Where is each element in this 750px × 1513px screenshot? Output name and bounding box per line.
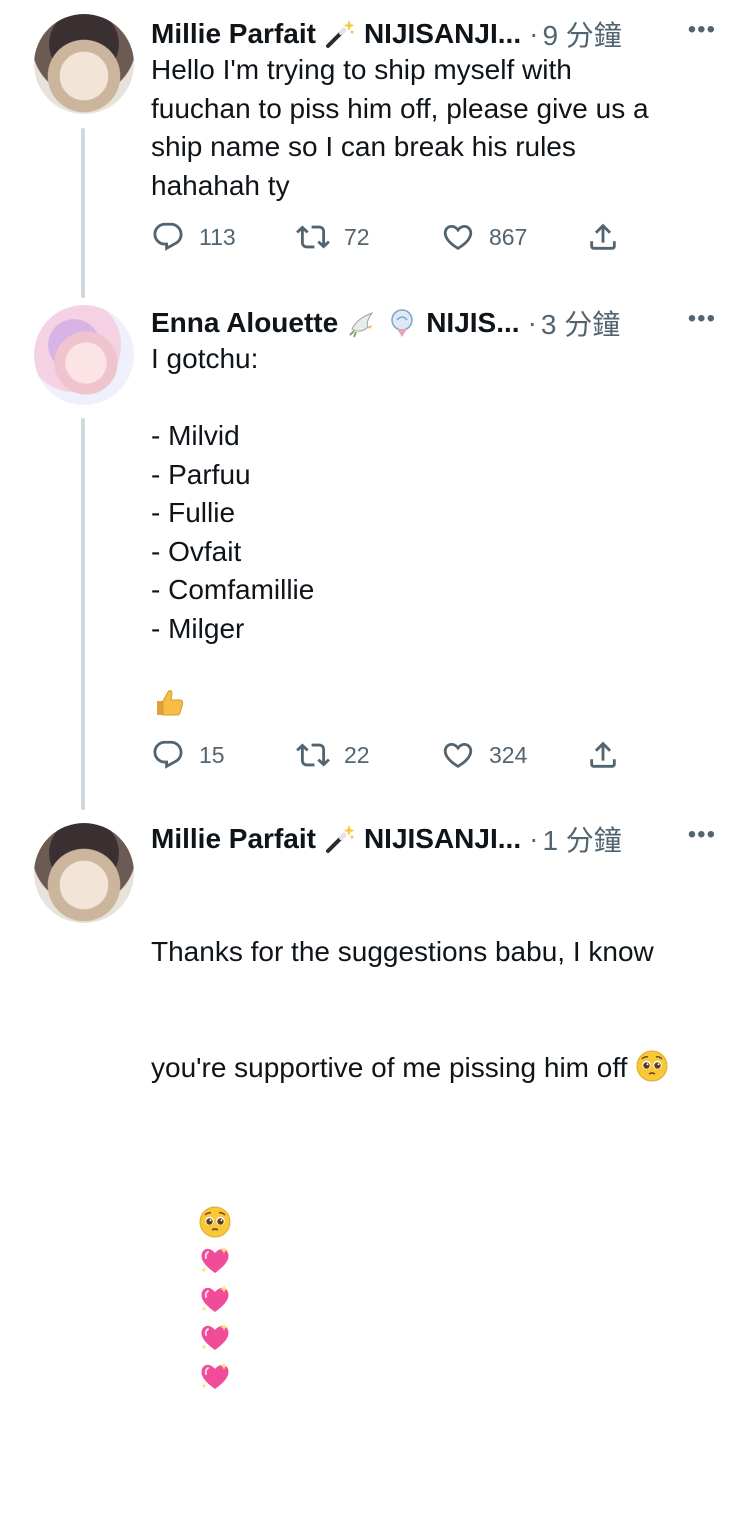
tweet[interactable]: Enna Alouette NIJIS... · 3 分鐘 ••• I gotc…	[0, 303, 750, 793]
pleading-face-icon	[635, 1049, 669, 1083]
tweet-emoji-line	[151, 1166, 669, 1436]
sparkling-heart-icon	[198, 1320, 232, 1354]
dove-icon	[346, 307, 378, 339]
tweet-actions: 15 22 324	[151, 735, 631, 775]
more-options-icon[interactable]: •••	[688, 305, 716, 333]
tweet-header: Millie Parfait NIJISANJI... · 9 分鐘	[151, 14, 750, 54]
tweet-header: Enna Alouette NIJIS... · 3 分鐘	[151, 303, 750, 343]
tweet-actions: 113 72 867	[151, 217, 631, 257]
avatar[interactable]	[34, 823, 134, 923]
magic-wand-icon	[324, 18, 356, 50]
tweet-text-line: Thanks for the suggestions babu, I know	[151, 936, 654, 967]
timestamp[interactable]: 9 分鐘	[542, 14, 621, 54]
reply-button[interactable]: 15	[151, 735, 225, 775]
sparkling-heart-icon	[198, 1243, 232, 1277]
author-name[interactable]: Millie Parfait	[151, 18, 316, 50]
like-count: 867	[489, 223, 528, 250]
author-affiliation[interactable]: NIJISANJI...	[364, 18, 521, 50]
tweet-text-line: you're supportive of me pissing him off	[151, 1049, 669, 1088]
avatar[interactable]	[34, 14, 134, 114]
share-button[interactable]	[586, 217, 620, 257]
retweet-count: 22	[344, 741, 370, 768]
reply-count: 113	[199, 223, 236, 250]
like-count: 324	[489, 741, 528, 768]
author-affiliation[interactable]: NIJIS...	[426, 307, 519, 339]
ice-cream-icon	[386, 307, 418, 339]
like-button[interactable]: 324	[441, 735, 527, 775]
reply-count: 15	[199, 741, 225, 768]
author-name[interactable]: Millie Parfait	[151, 823, 316, 855]
reply-icon	[151, 220, 185, 254]
like-button[interactable]: 867	[441, 217, 527, 257]
tweet-text: I gotchu: - Milvid - Parfuu - Fullie - O…	[151, 343, 315, 644]
retweet-icon	[296, 738, 330, 772]
magic-wand-icon	[324, 823, 356, 855]
timestamp[interactable]: 1 分鐘	[542, 819, 621, 859]
share-button[interactable]	[586, 735, 620, 775]
tweet-text: Hello I'm trying to ship myself with fuu…	[151, 54, 649, 201]
separator: ·	[529, 823, 539, 854]
share-icon	[586, 220, 620, 254]
reply-button[interactable]: 113	[151, 217, 236, 257]
retweet-icon	[296, 220, 330, 254]
retweet-button[interactable]: 72	[296, 217, 370, 257]
avatar[interactable]	[34, 305, 134, 405]
tweet[interactable]: Millie Parfait NIJISANJI... · 1 分鐘 ••• T…	[0, 819, 750, 979]
sparkling-heart-icon	[198, 1359, 232, 1393]
author-affiliation[interactable]: NIJISANJI...	[364, 823, 521, 855]
heart-icon	[441, 738, 475, 772]
retweet-button[interactable]: 22	[296, 735, 370, 775]
separator: ·	[527, 307, 537, 338]
sparkling-heart-icon	[198, 1282, 232, 1316]
separator: ·	[529, 18, 539, 49]
timestamp[interactable]: 3 分鐘	[541, 303, 620, 343]
tweet-header: Millie Parfait NIJISANJI... · 1 分鐘	[151, 819, 750, 859]
tweet-text: Thanks for the suggestions babu, I know …	[151, 856, 669, 1513]
more-options-icon[interactable]: •••	[688, 821, 716, 849]
more-options-icon[interactable]: •••	[688, 16, 716, 44]
tweet[interactable]: Millie Parfait NIJISANJI... · 9 分鐘 ••• H…	[0, 14, 750, 274]
share-icon	[586, 738, 620, 772]
pleading-face-icon	[198, 1205, 232, 1239]
reply-icon	[151, 738, 185, 772]
author-name[interactable]: Enna Alouette	[151, 307, 338, 339]
heart-icon	[441, 220, 475, 254]
retweet-count: 72	[344, 223, 370, 250]
thumbs-up-icon	[153, 685, 187, 719]
